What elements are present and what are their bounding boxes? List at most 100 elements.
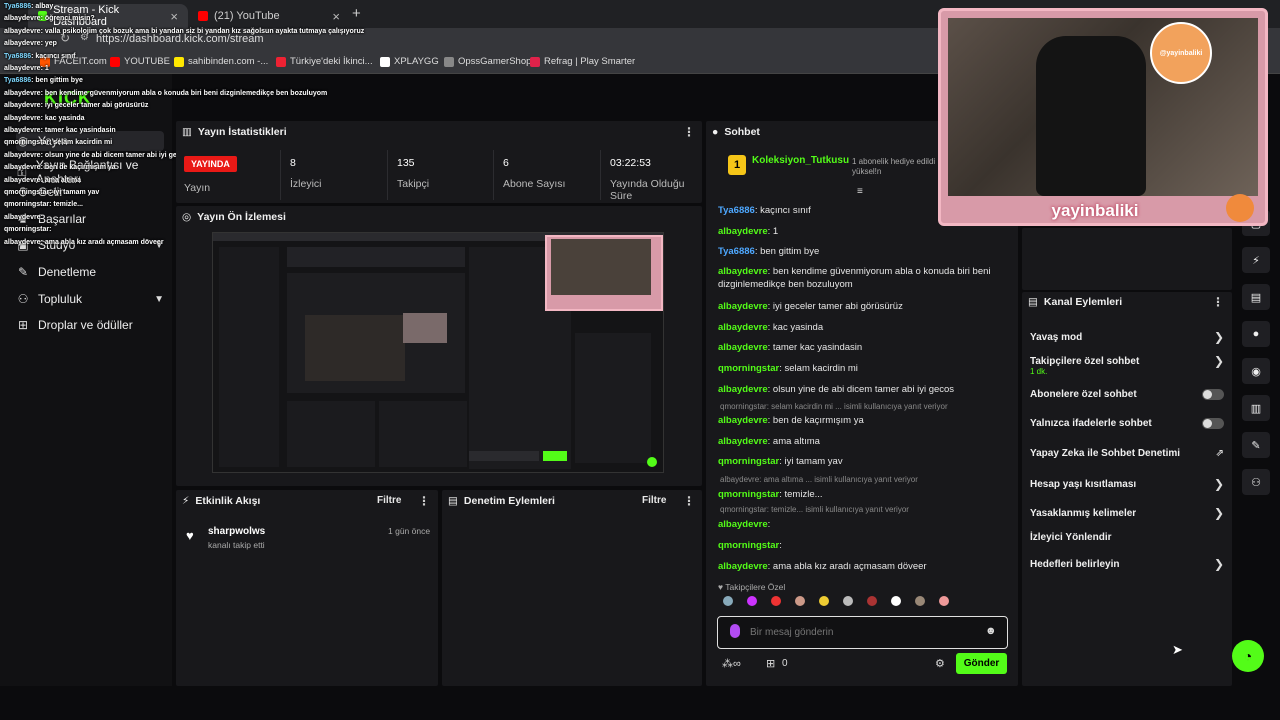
activity-filter-button[interactable]: Filtre (377, 495, 401, 506)
chevron-down-icon: ▼ (154, 293, 164, 305)
stat-label: Yayında Olduğu Süre (610, 178, 685, 202)
moderation-menu-icon[interactable]: ⋮ (683, 494, 695, 508)
chevron-right-icon: ❯ (1213, 506, 1224, 520)
points-icon[interactable]: ⁂∞ (722, 657, 741, 670)
action-slow-mode[interactable]: Yavaş mod ❯ (1030, 330, 1224, 344)
action-emote-only: Yalnızca ifadelerle sohbet (1030, 418, 1224, 429)
stats-menu-icon[interactable]: ⋮ (683, 125, 695, 139)
chat-username[interactable]: qmorningstar (718, 456, 779, 467)
chat-text: : ama altıma (767, 436, 820, 447)
stat-label: Takipçi (397, 178, 430, 190)
chat-username[interactable]: qmorningstar (718, 540, 779, 551)
chat-username[interactable]: albaydevre (718, 519, 768, 530)
action-goals[interactable]: Hedefleri belirleyin ❯ (1030, 557, 1224, 571)
chat-message[interactable]: qmorningstar: selam kacirdin mi (718, 362, 1008, 375)
overlay-chat-user: qmorningstar (4, 139, 50, 147)
chat-message[interactable]: qmorningstar: (718, 539, 1008, 552)
chat-username[interactable]: albaydevre (718, 415, 768, 426)
moderation-filter-button[interactable]: Filtre (642, 495, 666, 506)
chat-username[interactable]: albaydevre (718, 384, 768, 395)
chat-message[interactable]: albaydevre: ben kendime güvenmiyorum abl… (718, 265, 1008, 291)
emote-icon[interactable] (819, 596, 829, 606)
sidebar-item-topluluk[interactable]: ⚇ Topluluk ▼ (16, 292, 164, 306)
channel-actions-menu-icon[interactable]: ⋮ (1212, 295, 1224, 309)
chat-username[interactable]: albaydevre (718, 436, 768, 447)
send-button[interactable]: Gönder (956, 653, 1007, 674)
emote-only-toggle[interactable] (1202, 418, 1224, 429)
overlay-chat-line: albaydevre: ben kendime güvenmiyorum abl… (4, 89, 327, 98)
emote-icon[interactable] (939, 596, 949, 606)
chat-message[interactable]: albaydevre: ben de kaçırmışım ya (718, 414, 1008, 427)
chat-message-input[interactable] (750, 624, 970, 640)
event-user[interactable]: sharpwolws (208, 526, 265, 537)
chat-message[interactable]: albaydevre: 1 (718, 225, 1008, 238)
chat-username[interactable]: Tya6886 (718, 246, 755, 257)
activity-header: ⚡ Etkinlik Akışı (182, 495, 261, 507)
event-text: kanalı takip etti (208, 540, 265, 550)
quick-button[interactable]: ⚡ (1242, 247, 1270, 273)
chat-reply-context: qmorningstar: temizle... isimli kullanıc… (720, 505, 909, 514)
chat-username[interactable]: albaydevre (718, 226, 768, 237)
chat-message[interactable]: albaydevre: ama altıma (718, 435, 1008, 448)
chat-username[interactable]: albaydevre (718, 322, 768, 333)
action-raid[interactable]: İzleyici Yönlendir (1030, 532, 1224, 543)
bookmark-xplaygg[interactable]: XPLAYGG (380, 56, 439, 67)
overlay-chat-user: albaydevre (4, 89, 41, 97)
sidebar-item-droplar[interactable]: ⊞ Droplar ve ödüller (16, 318, 164, 332)
collapse-pinned-icon[interactable]: ≡ (857, 186, 863, 197)
action-ai-moderation[interactable]: Yapay Zeka ile Sohbet Denetimi ⇗ (1030, 448, 1224, 459)
overlay-chat-text: : 1 (40, 65, 49, 72)
chat-message[interactable]: albaydevre: (718, 518, 1008, 531)
chat-message[interactable]: Tya6886: ben gittim bye (718, 245, 1008, 258)
chat-message[interactable]: albaydevre: ama abla kız aradı açmasam d… (718, 560, 1008, 573)
chat-message[interactable]: albaydevre: olsun yine de abi dicem tame… (718, 383, 1008, 396)
sidebar-item-denetleme[interactable]: ✎ Denetleme (16, 265, 164, 279)
emoji-picker-icon[interactable]: ☻ (985, 625, 997, 637)
action-followers-only[interactable]: Takipçilere özel sohbet ❯ (1030, 354, 1224, 368)
chat-message[interactable]: qmorningstar: temizle... (718, 488, 1008, 501)
bookmark-refrag[interactable]: Refrag | Play Smarter (530, 56, 635, 67)
chat-username[interactable]: Tya6886 (718, 205, 755, 216)
chat-text: : selam kacirdin mi (779, 363, 858, 374)
emote-icon[interactable] (723, 596, 733, 606)
chat-username[interactable]: qmorningstar (718, 489, 779, 500)
quick-button[interactable]: ● (1242, 321, 1270, 347)
pinned-user[interactable]: Koleksiyon_Tutkusu (752, 155, 849, 166)
quick-button[interactable]: ⚇ (1242, 469, 1270, 495)
emote-icon[interactable] (843, 596, 853, 606)
chat-header: ● Sohbet (712, 126, 760, 138)
emote-icon[interactable] (771, 596, 781, 606)
chat-settings-icon[interactable]: ⚙ (935, 657, 945, 670)
chat-username[interactable]: albaydevre (718, 561, 768, 572)
chat-text: : olsun yine de abi dicem tamer abi iyi … (767, 384, 955, 395)
chat-message[interactable]: qmorningstar: iyi tamam yav (718, 455, 1008, 468)
gift-box-icon[interactable]: ⊞ (766, 657, 775, 670)
subscribers-only-toggle[interactable] (1202, 389, 1224, 400)
emote-icon[interactable] (867, 596, 877, 606)
activity-menu-icon[interactable]: ⋮ (418, 494, 430, 508)
emote-icon[interactable] (915, 596, 925, 606)
bookmark-opssgamershop[interactable]: OpssGamerShop (444, 56, 531, 67)
support-chat-button[interactable]: ◔ (1232, 640, 1264, 672)
stat-value-followers: 135 (397, 157, 415, 169)
quick-button[interactable]: ✎ (1242, 432, 1270, 458)
action-account-age[interactable]: Hesap yaşı kısıtlaması ❯ (1030, 477, 1224, 491)
chat-message[interactable]: albaydevre: kac yasinda (718, 321, 1008, 334)
chat-username[interactable]: qmorningstar (718, 363, 779, 374)
chat-username[interactable]: albaydevre (718, 266, 768, 277)
chat-message[interactable]: albaydevre: iyi geceler tamer abi görüsü… (718, 300, 1008, 313)
stream-preview[interactable] (212, 232, 664, 473)
chat-username[interactable]: albaydevre (718, 301, 768, 312)
chat-username[interactable]: albaydevre (718, 342, 768, 353)
action-banned-words[interactable]: Yasaklanmış kelimeler ❯ (1030, 506, 1224, 520)
emote-icon[interactable] (747, 596, 757, 606)
overlay-chat-line: Tya6886: ben gittim bye (4, 76, 83, 85)
quick-button[interactable]: ▥ (1242, 395, 1270, 421)
stat-value-viewers: 8 (290, 157, 296, 169)
emote-icon[interactable] (891, 596, 901, 606)
microphone-icon[interactable] (730, 624, 740, 638)
quick-button[interactable]: ◉ (1242, 358, 1270, 384)
chat-message[interactable]: albaydevre: tamer kac yasindasin (718, 341, 1008, 354)
quick-button[interactable]: ▤ (1242, 284, 1270, 310)
emote-icon[interactable] (795, 596, 805, 606)
